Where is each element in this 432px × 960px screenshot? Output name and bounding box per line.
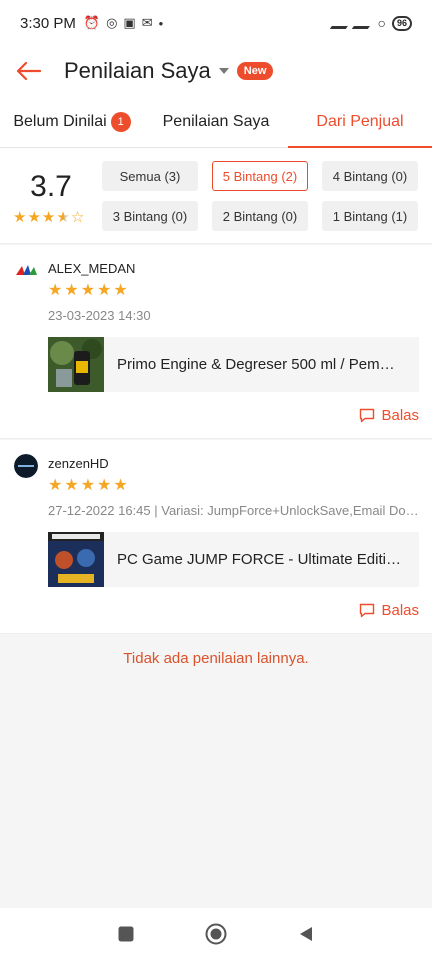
mail-icon: ✉: [141, 15, 153, 30]
review-card: ALEX_MEDAN ★ ★ ★ ★ ★ 23-03-2023 14:30 Pr…: [0, 245, 432, 439]
half-star-icon: ★: [56, 209, 70, 226]
star-icon: ★: [80, 282, 96, 299]
product-thumbnail: [48, 532, 104, 587]
filter-1-bintang[interactable]: 1 Bintang (1): [322, 201, 418, 231]
empty-star-icon: ☆: [70, 209, 85, 226]
average-score: 3.7: [30, 170, 72, 203]
review-stars: ★ ★ ★ ★ ★: [48, 282, 128, 299]
star-icon: ★: [80, 477, 96, 494]
star-filters: Semua (3) 5 Bintang (2) 4 Bintang (0) 3 …: [102, 161, 420, 231]
home-button[interactable]: [205, 923, 227, 945]
product-link[interactable]: Primo Engine & Degreser 500 ml / Pembers…: [48, 337, 419, 392]
product-thumbnail: [48, 337, 104, 392]
status-notification-icons: ⏰ ◎ ▣ ✉ •: [84, 15, 163, 31]
recent-apps-button[interactable]: [117, 925, 135, 943]
back-button[interactable]: [0, 46, 56, 96]
tab-count-badge: 1: [110, 111, 131, 132]
review-card: zenzenHD ★ ★ ★ ★ ★ 27-12-2022 16:45 | Va…: [0, 440, 432, 634]
page-title[interactable]: Penilaian Saya: [64, 58, 211, 84]
dropdown-caret-icon[interactable]: [218, 68, 229, 74]
new-badge: New: [236, 62, 274, 80]
status-system-icons: ○ 96: [329, 15, 412, 31]
star-icon: ★: [13, 209, 27, 226]
signal-icon: [329, 17, 354, 29]
reply-button[interactable]: Balas: [359, 407, 419, 424]
reviewer-username: zenzenHD: [48, 456, 109, 471]
zenzenhd-avatar-icon: [14, 454, 38, 478]
chat-bubble-icon: [360, 408, 375, 423]
reviewer-username: ALEX_MEDAN: [48, 261, 136, 276]
product-name: PC Game JUMP FORCE - Ultimate Edition: [117, 551, 402, 568]
signal-2-icon: [351, 17, 376, 29]
star-icon: ★: [97, 282, 112, 299]
star-icon: ★: [97, 477, 112, 494]
filter-4-bintang[interactable]: 4 Bintang (0): [322, 161, 418, 191]
wifi-icon: ○: [377, 15, 386, 31]
star-icon: ★: [113, 477, 128, 494]
status-time: 3:30 PM: [20, 14, 76, 32]
battery-icon: 96: [391, 15, 412, 31]
no-more-reviews-message: Tidak ada penilaian lainnya.: [123, 650, 309, 667]
chat-bubble-icon: [360, 603, 375, 618]
rating-summary: 3.7 ★ ★ ★ ★ ☆ Semua (3) 5 Bintang (2) 4 …: [0, 148, 432, 244]
status-bar: 3:30 PM ⏰ ◎ ▣ ✉ • ○ 96: [0, 0, 432, 46]
instagram-icon: ▣: [123, 15, 136, 30]
tab-belum-dinilai[interactable]: Belum Dinilai 1: [0, 96, 144, 147]
review-meta: 23-03-2023 14:30: [48, 308, 151, 323]
tab-penilaian-saya[interactable]: Penilaian Saya: [144, 96, 288, 147]
whatsapp-icon: ◎: [106, 15, 118, 30]
average-star-rating: ★ ★ ★ ★ ☆: [13, 210, 84, 225]
back-arrow-icon: [16, 61, 41, 81]
tab-label: Dari Penjual: [316, 112, 404, 130]
avatar[interactable]: [14, 259, 38, 283]
app-bar: Penilaian Saya New: [0, 46, 432, 96]
tab-dari-penjual[interactable]: Dari Penjual: [288, 96, 432, 148]
reply-label: Balas: [381, 407, 419, 424]
alarm-icon: ⏰: [83, 15, 101, 30]
product-link[interactable]: PC Game JUMP FORCE - Ultimate Edition: [48, 532, 419, 587]
star-icon: ★: [48, 477, 63, 494]
product-name: Primo Engine & Degreser 500 ml / Pembers…: [117, 356, 402, 373]
filter-semua[interactable]: Semua (3): [102, 161, 198, 191]
star-icon: ★: [113, 282, 128, 299]
star-icon: ★: [48, 282, 63, 299]
star-icon: ★: [27, 209, 41, 226]
filter-2-bintang[interactable]: 2 Bintang (0): [212, 201, 308, 231]
avatar[interactable]: [14, 454, 38, 478]
review-meta: 27-12-2022 16:45 | Variasi: JumpForce+Un…: [48, 503, 420, 518]
tab-label: Penilaian Saya: [162, 112, 270, 130]
alex-medan-logo-icon: [14, 259, 38, 283]
reply-button[interactable]: Balas: [359, 602, 419, 619]
tab-bar: Belum Dinilai 1 Penilaian Saya Dari Penj…: [0, 96, 432, 148]
system-navigation-bar: [0, 908, 432, 960]
star-icon: ★: [41, 209, 56, 226]
reply-label: Balas: [381, 602, 419, 619]
dot-icon: •: [158, 15, 164, 31]
back-nav-button[interactable]: [297, 925, 315, 943]
star-icon: ★: [64, 282, 79, 299]
star-icon: ★: [64, 477, 79, 494]
filter-5-bintang[interactable]: 5 Bintang (2): [212, 161, 308, 191]
tab-label: Belum Dinilai: [13, 112, 107, 130]
filter-3-bintang[interactable]: 3 Bintang (0): [102, 201, 198, 231]
review-stars: ★ ★ ★ ★ ★: [48, 477, 128, 494]
